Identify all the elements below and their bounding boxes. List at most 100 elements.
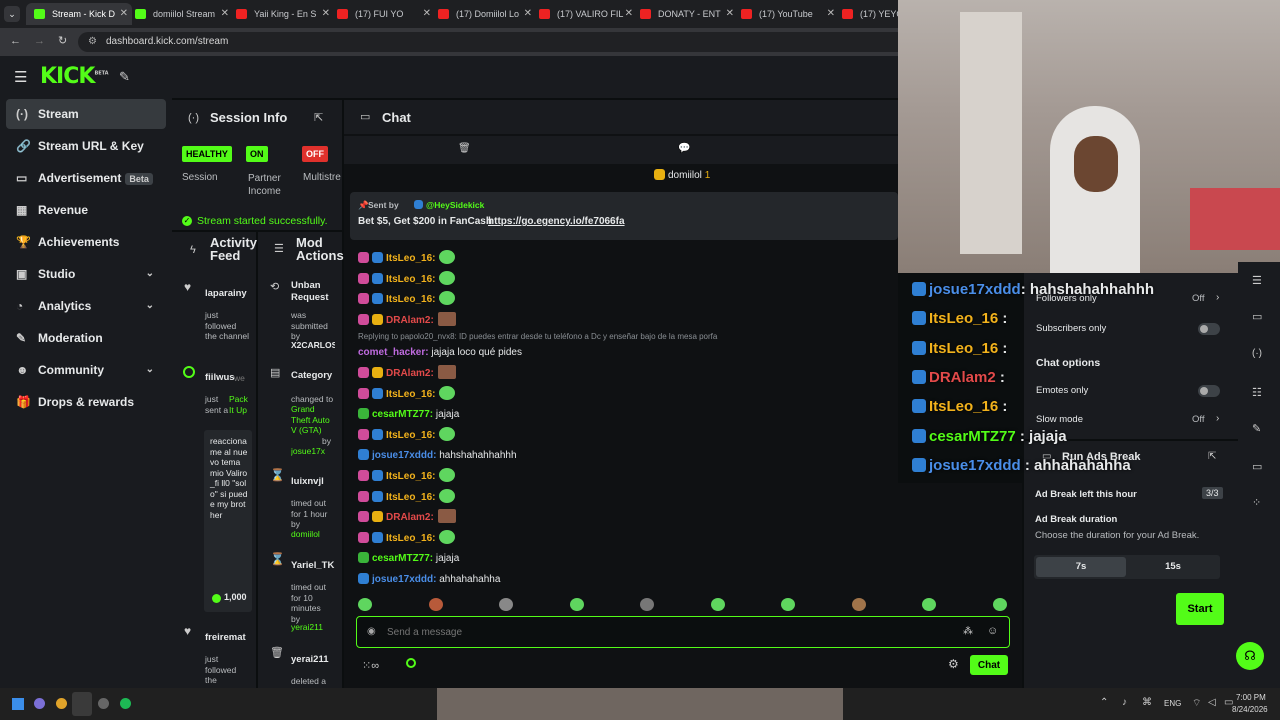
- trash-icon[interactable]: 🗑: [458, 143, 471, 154]
- chat-username[interactable]: ItsLeo_16:: [386, 389, 435, 400]
- chat-message[interactable]: ItsLeo_16:: [358, 291, 456, 309]
- emote-icon[interactable]: [851, 598, 866, 611]
- emote-icon[interactable]: [922, 598, 936, 611]
- chevron-down-icon[interactable]: ⌄: [146, 291, 154, 321]
- sidebar-item-advertisement[interactable]: ▭ Advertisement Beta: [6, 163, 166, 193]
- site-info-icon[interactable]: ⚙: [88, 32, 97, 52]
- list-icon[interactable]: ☰: [1252, 274, 1262, 287]
- chat-message[interactable]: ItsLeo_16:: [358, 271, 456, 289]
- kick-logo[interactable]: KICKBETA: [40, 64, 109, 89]
- chat-username[interactable]: DRAlam2:: [386, 315, 434, 326]
- chat-message[interactable]: ItsLeo_16:: [358, 489, 456, 507]
- mod-action-user[interactable]: josue17x: [291, 446, 335, 457]
- chrome-icon[interactable]: [56, 698, 67, 709]
- support-icon[interactable]: ☊: [1236, 642, 1264, 670]
- users-icon[interactable]: ⁙∞: [362, 659, 379, 672]
- chevron-down-icon[interactable]: ⌄: [146, 259, 154, 289]
- sidebar-item-stream-url-key[interactable]: 🔗 Stream URL & Key: [6, 131, 166, 161]
- chat-username[interactable]: ItsLeo_16:: [386, 533, 435, 544]
- app-icon[interactable]: [34, 698, 45, 709]
- clock-time[interactable]: 7:00 PM: [1236, 693, 1266, 702]
- chevron-right-icon[interactable]: ›: [1216, 292, 1219, 303]
- chat-username[interactable]: DRAlam2:: [386, 368, 434, 379]
- browser-tab[interactable]: (17) Domiilol Lo ✕: [430, 3, 536, 25]
- subscribers-only-toggle[interactable]: [1198, 323, 1220, 335]
- sliders-icon[interactable]: ☷: [1252, 386, 1262, 399]
- chat-username[interactable]: cesarMTZ77:: [372, 553, 433, 564]
- chat-input[interactable]: [387, 623, 947, 641]
- language-indicator[interactable]: ENG: [1164, 699, 1181, 708]
- reload-icon[interactable]: ↻: [58, 34, 67, 47]
- network-icon[interactable]: ⌘: [1142, 697, 1152, 708]
- mic-icon[interactable]: ♪: [1122, 697, 1127, 708]
- chat-username[interactable]: comet_hacker:: [358, 347, 429, 358]
- chat-username[interactable]: ItsLeo_16:: [386, 253, 435, 264]
- emote-icon[interactable]: [640, 598, 654, 611]
- chat-message[interactable]: DRAlam2:: [358, 365, 456, 383]
- activity-user[interactable]: freiremat: [205, 632, 246, 643]
- obs-icon[interactable]: [98, 698, 109, 709]
- chat-message[interactable]: comet_hacker: jajaja loco qué pides: [358, 344, 522, 362]
- channel-name[interactable]: domiilol: [668, 170, 702, 181]
- chat-message[interactable]: cesarMTZ77: jajaja: [358, 406, 459, 424]
- browser-tab[interactable]: Yaii King - En S ✕: [228, 3, 334, 25]
- mod-action-user[interactable]: yerai211: [291, 622, 323, 633]
- chat-username[interactable]: ItsLeo_16:: [386, 492, 435, 503]
- pin-icon[interactable]: ✎: [119, 69, 130, 85]
- sidebar-item-moderation[interactable]: ✎ Moderation: [6, 323, 166, 353]
- chat-message[interactable]: ItsLeo_16:: [358, 250, 456, 268]
- browser-tab[interactable]: Stream - Kick D ✕: [26, 3, 132, 25]
- chat-username[interactable]: ItsLeo_16:: [386, 294, 435, 305]
- sidebar-item-drops-rewards[interactable]: 🎁 Drops & rewards: [6, 387, 166, 417]
- chat-message[interactable]: ItsLeo_16:: [358, 386, 456, 404]
- activity-user[interactable]: laparainy: [205, 288, 247, 299]
- menu-icon[interactable]: ☰: [14, 68, 27, 86]
- chat-send-button[interactable]: Chat: [970, 655, 1008, 675]
- activity-user[interactable]: fiilwus: [205, 372, 235, 383]
- emotes-only-toggle[interactable]: [1198, 385, 1220, 397]
- ads-option-7s[interactable]: 7s: [1036, 557, 1126, 577]
- chat-message[interactable]: DRAlam2:: [358, 312, 456, 330]
- chevron-down-icon[interactable]: ⌄: [146, 355, 154, 385]
- forward-icon[interactable]: →: [34, 35, 45, 47]
- chat-message[interactable]: DRAlam2:: [358, 509, 456, 527]
- chat-username[interactable]: josue17xddd:: [372, 574, 436, 585]
- clock-date[interactable]: 8/24/2026: [1232, 705, 1268, 714]
- active-app-icon[interactable]: [72, 692, 92, 716]
- popout-icon[interactable]: ⇱: [314, 111, 323, 124]
- chat-message[interactable]: josue17xddd: hahshahahhahhh: [358, 447, 517, 465]
- sidebar-item-achievements[interactable]: 🏆 Achievements: [6, 227, 166, 257]
- slow-mode-value[interactable]: Off: [1192, 414, 1205, 425]
- sidebar-item-revenue[interactable]: ▦ Revenue: [6, 195, 166, 225]
- browser-tab[interactable]: domiilol Stream ✕: [127, 3, 233, 25]
- emote-icon[interactable]: [358, 598, 372, 611]
- emote-icon[interactable]: [992, 598, 1007, 611]
- browser-tab[interactable]: DONATY - ENT ✕: [632, 3, 738, 25]
- emote-icon[interactable]: [781, 598, 795, 611]
- chat-mode-icon[interactable]: 💬: [678, 143, 690, 154]
- sidebar-item-community[interactable]: ☻ Community ⌄: [6, 355, 166, 385]
- sidebar-item-stream[interactable]: (·) Stream: [6, 99, 166, 129]
- gear-icon[interactable]: ⚙: [948, 657, 959, 671]
- wifi-icon[interactable]: ⌔: [1192, 697, 1201, 710]
- chat-username[interactable]: ItsLeo_16:: [386, 471, 435, 482]
- wrench-icon[interactable]: ✎: [1252, 422, 1261, 435]
- url-field[interactable]: ⚙ dashboard.kick.com/stream: [78, 32, 938, 52]
- chat-message[interactable]: ItsLeo_16:: [358, 468, 456, 486]
- emoji-icon[interactable]: ☺: [987, 625, 998, 637]
- translate-icon[interactable]: ⁂: [963, 626, 973, 637]
- tray-chevron-icon[interactable]: ⌃: [1100, 697, 1108, 708]
- browser-tab[interactable]: (17) FUI YO ✕: [329, 3, 435, 25]
- spotify-icon[interactable]: [120, 698, 131, 709]
- sidebar-item-analytics[interactable]: ◔ Analytics ⌄: [6, 291, 166, 321]
- followers-only-value[interactable]: Off: [1192, 293, 1205, 304]
- emote-icon[interactable]: [499, 598, 513, 611]
- sidebar-item-studio[interactable]: ▣ Studio ⌄: [6, 259, 166, 289]
- windows-start-icon[interactable]: [12, 698, 24, 710]
- chat-message[interactable]: ItsLeo_16:: [358, 530, 456, 548]
- popout-icon[interactable]: ⇱: [1208, 451, 1216, 462]
- chat-message[interactable]: ItsLeo_16:: [358, 427, 456, 445]
- emote-icon[interactable]: [428, 598, 443, 611]
- volume-icon[interactable]: ◁: [1208, 697, 1216, 708]
- chat-username[interactable]: ItsLeo_16:: [386, 430, 435, 441]
